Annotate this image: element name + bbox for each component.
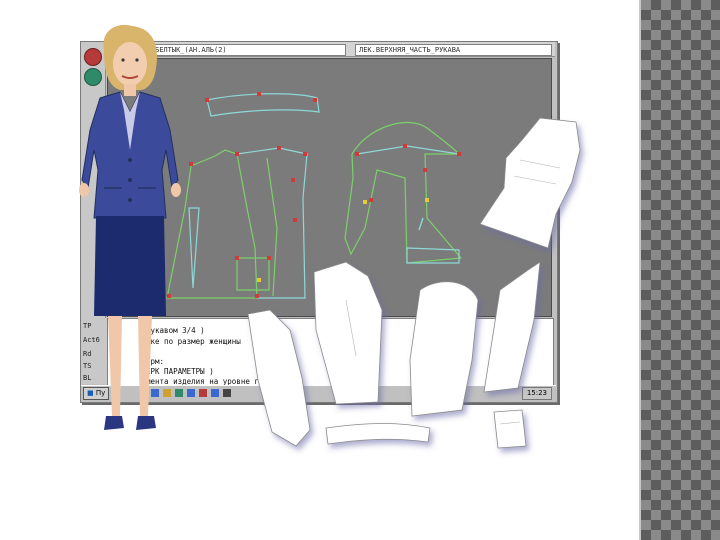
cutout-back-bodice — [313, 261, 383, 405]
cutout-sleeve-upper — [409, 281, 479, 417]
cutout-sleeve-lower — [483, 261, 541, 393]
model-figure — [79, 24, 181, 430]
cutout-pocket — [493, 409, 527, 449]
cutout-facing — [247, 309, 311, 447]
model-left-shoe — [104, 416, 124, 430]
cutout-front-bodice — [479, 117, 581, 249]
model-skirt — [94, 216, 166, 316]
model-right-shoe — [136, 416, 156, 430]
model-face — [113, 42, 147, 86]
model-right-leg — [138, 316, 152, 416]
cutout-collar — [325, 423, 431, 445]
model-left-leg — [108, 316, 122, 416]
